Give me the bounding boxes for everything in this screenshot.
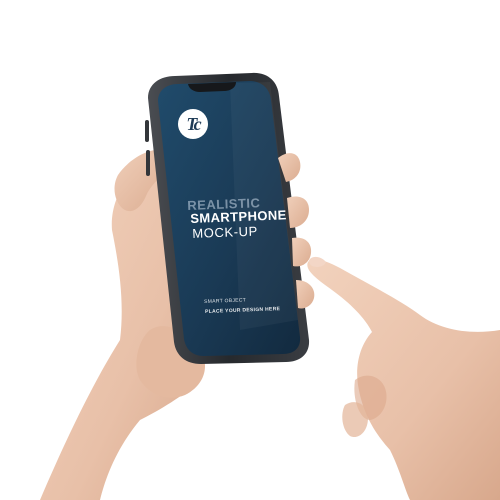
photo-stage: Tc REALISTIC SMARTPHONE MOCK-UP SMART OB… — [0, 0, 500, 500]
screen-heading-line-3: MOCK-UP — [192, 223, 259, 241]
right-hand — [307, 256, 500, 500]
brand-logo-text: Tc — [186, 114, 201, 134]
smartphone-mockup-illustration — [40, 72, 500, 500]
